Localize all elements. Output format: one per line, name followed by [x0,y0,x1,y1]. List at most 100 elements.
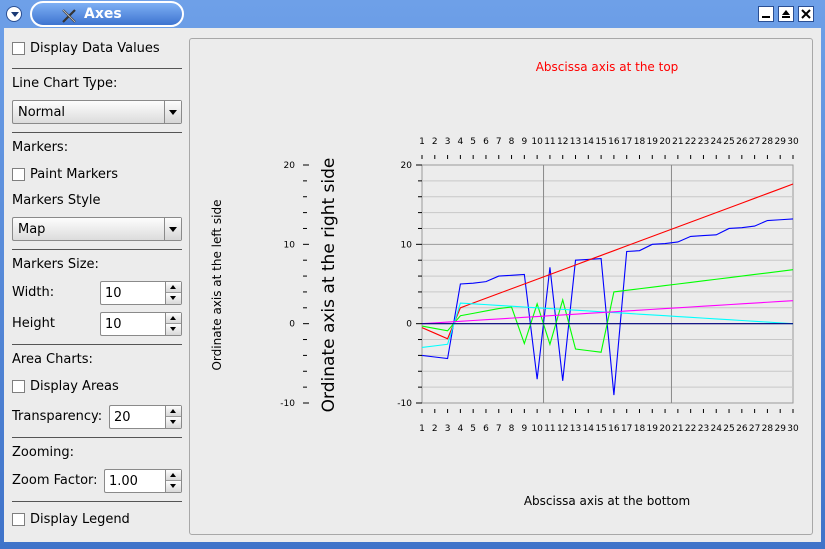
app-icon [62,9,76,23]
chevron-down-icon[interactable] [164,218,181,240]
markers-style-label: Markers Style [12,193,101,208]
minimize-icon[interactable] [758,6,774,22]
x-tick-label-bottom: 3 [445,424,451,434]
x-tick-label-top: 18 [634,137,646,147]
markers-style-combo[interactable]: Map [12,217,182,241]
chart-xlabel: Abscissa axis at the bottom [524,494,690,508]
line-chart-type-combo[interactable]: Normal [12,100,182,124]
x-tick-label-top: 13 [570,137,581,147]
x-tick-label-bottom: 29 [774,424,786,434]
x-tick-label-bottom: 27 [749,424,760,434]
x-tick-label-bottom: 18 [634,424,646,434]
x-tick-label-top: 15 [595,137,606,147]
x-tick-label-top: 3 [445,137,451,147]
spin-value[interactable]: 1.00 [109,474,138,489]
chart-svg: Abscissa axis at the top Abscissa axis a… [210,60,799,508]
x-tick-label-top: 8 [509,137,515,147]
x-tick-label-bottom: 11 [544,424,555,434]
menu-icon[interactable] [6,6,22,22]
maximize-icon[interactable] [778,6,794,22]
display-data-values-checkbox[interactable]: Display Data Values [12,41,160,56]
x-tick-label-bottom: 23 [698,424,709,434]
spin-value[interactable]: 20 [114,410,131,425]
y-tick-label-left: 10 [284,240,296,250]
separator [12,132,182,133]
x-tick-label-bottom: 17 [621,424,632,434]
chevron-down-icon[interactable] [164,101,181,123]
x-tick-label-bottom: 4 [458,424,464,434]
checkbox-box[interactable] [12,42,25,55]
spin-up-icon[interactable] [166,470,181,481]
x-tick-label-bottom: 16 [608,424,620,434]
x-tick-label-bottom: 6 [483,424,489,434]
spin-value[interactable]: 10 [105,286,122,301]
transparency-label: Transparency: [12,409,102,424]
x-tick-label-bottom: 2 [432,424,438,434]
x-tick-label-top: 29 [774,137,786,147]
spin-value[interactable]: 10 [105,317,122,332]
y-tick-label-left: -10 [280,399,295,409]
label-text: Markers: [12,140,69,155]
x-tick-label-bottom: 13 [570,424,581,434]
combo-value: Map [18,222,46,237]
spin-up-icon[interactable] [166,313,181,324]
x-tick-label-top: 27 [749,137,760,147]
x-tick-label-bottom: 10 [531,424,543,434]
spin-buttons [165,406,181,428]
x-tick-label-bottom: 12 [557,424,568,434]
label-text: Markers Size: [12,257,99,272]
spin-up-icon[interactable] [166,282,181,293]
transparency-spinbox[interactable]: 20 [109,405,182,429]
x-tick-label-top: 7 [496,137,502,147]
titlebar[interactable]: Axes [0,0,825,28]
checkbox-label: Display Areas [30,379,119,394]
x-tick-label-top: 28 [762,137,774,147]
x-tick-label-top: 19 [647,137,659,147]
spin-down-icon[interactable] [166,417,181,428]
spin-up-icon[interactable] [166,406,181,417]
spin-down-icon[interactable] [166,293,181,304]
x-tick-label-bottom: 22 [685,424,696,434]
y-tick-label-right: 0 [406,320,412,330]
separator [12,249,182,250]
spin-down-icon[interactable] [166,324,181,335]
area-charts-label: Area Charts: [12,352,93,367]
paint-markers-checkbox[interactable]: Paint Markers [12,167,118,182]
separator [12,344,182,345]
x-tick-label-top: 14 [583,137,595,147]
x-tick-label-top: 11 [544,137,555,147]
zooming-label: Zooming: [12,445,74,460]
client-area: Display Data Values Line Chart Type: Nor… [4,28,821,542]
close-icon[interactable] [798,6,814,22]
x-tick-label-bottom: 15 [595,424,606,434]
window-title: Axes [84,6,122,22]
title-tab[interactable]: Axes [30,1,184,27]
chart-layer: -1001020-1001020112233445566778899101011… [280,137,799,434]
width-spinbox[interactable]: 10 [100,281,182,305]
spin-buttons [165,470,181,492]
x-tick-label-top: 1 [419,137,425,147]
x-tick-label-top: 16 [608,137,620,147]
display-legend-checkbox[interactable]: Display Legend [12,512,130,527]
checkbox-box[interactable] [12,380,25,393]
y-tick-label-left: 20 [284,161,296,171]
display-areas-checkbox[interactable]: Display Areas [12,379,119,394]
x-tick-label-top: 10 [531,137,543,147]
x-tick-label-top: 22 [685,137,696,147]
x-tick-label-top: 17 [621,137,632,147]
x-tick-label-bottom: 28 [762,424,774,434]
separator [12,68,182,69]
x-tick-label-top: 9 [521,137,527,147]
height-spinbox[interactable]: 10 [100,312,182,336]
y-tick-label-right: 10 [401,240,413,250]
checkbox-label: Display Data Values [30,41,160,56]
x-tick-label-top: 24 [711,137,723,147]
window: Axes Display Data Values Line Chart Type… [0,0,825,549]
label-text: Zoom Factor: [12,473,98,488]
zoom-factor-spinbox[interactable]: 1.00 [104,469,182,493]
x-tick-label-bottom: 26 [736,424,748,434]
checkbox-box[interactable] [12,168,25,181]
checkbox-box[interactable] [12,513,25,526]
x-tick-label-top: 26 [736,137,748,147]
spin-down-icon[interactable] [166,481,181,492]
